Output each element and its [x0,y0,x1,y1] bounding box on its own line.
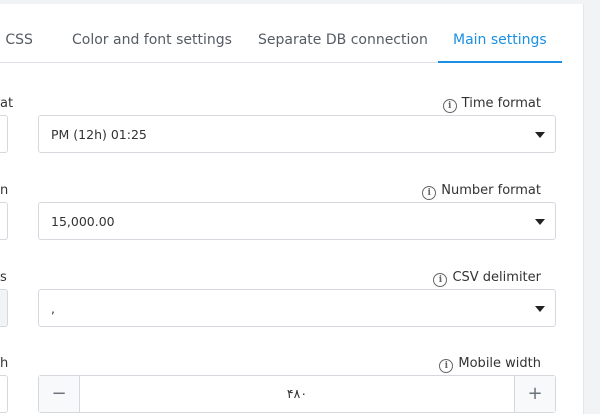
left-field-input-3[interactable] [0,289,8,327]
number-format-label: i Number format [422,183,541,200]
csv-delimiter-label: i CSV delimiter [433,270,541,287]
time-format-select[interactable]: PM (12h) 01:25 [38,115,556,153]
csv-delimiter-label-text: CSV delimiter [452,270,541,285]
number-format-value: 15,000.00 [51,214,115,229]
number-format-label-text: Number format [441,183,541,198]
csv-delimiter-select[interactable]: , [38,289,556,327]
left-field-input-2[interactable] [0,202,8,240]
info-icon[interactable]: i [433,273,448,287]
increment-button[interactable]: + [514,376,555,412]
mobile-width-label-text: Mobile width [458,356,541,371]
left-field-label-4: h [0,356,9,371]
tab-separate-db-connection[interactable]: Separate DB connection [258,4,428,62]
mobile-width-value[interactable]: ۴۸۰ [79,376,515,412]
info-icon[interactable]: i [442,99,457,113]
mobile-width-stepper: − ۴۸۰ + [38,375,556,413]
mobile-width-label: i Mobile width [439,356,541,373]
left-field-label-3: s [0,270,7,285]
caret-down-icon [535,219,545,225]
info-icon[interactable]: i [439,359,454,373]
time-format-label: i Time format [442,96,541,113]
left-field-label-1: at [0,96,14,111]
decrement-button[interactable]: − [39,376,80,412]
left-field-input-1[interactable] [0,115,8,153]
time-format-label-text: Time format [461,96,541,111]
settings-panel: d CSS Color and font settings Separate D… [0,4,584,414]
tab-bar: d CSS Color and font settings Separate D… [0,4,562,63]
left-field-input-4[interactable] [0,375,8,413]
tab-custom-css[interactable]: d CSS [0,4,33,62]
info-icon[interactable]: i [422,186,437,200]
number-format-select[interactable]: 15,000.00 [38,202,556,240]
time-format-value: PM (12h) 01:25 [51,127,147,142]
caret-down-icon [535,306,545,312]
csv-delimiter-value: , [51,301,55,316]
left-field-label-2: n [0,183,9,198]
tab-main-settings-label: Main settings [453,32,547,48]
tab-color-font-settings[interactable]: Color and font settings [72,4,232,62]
caret-down-icon [535,132,545,138]
tab-main-settings[interactable]: Main settings [438,4,562,63]
